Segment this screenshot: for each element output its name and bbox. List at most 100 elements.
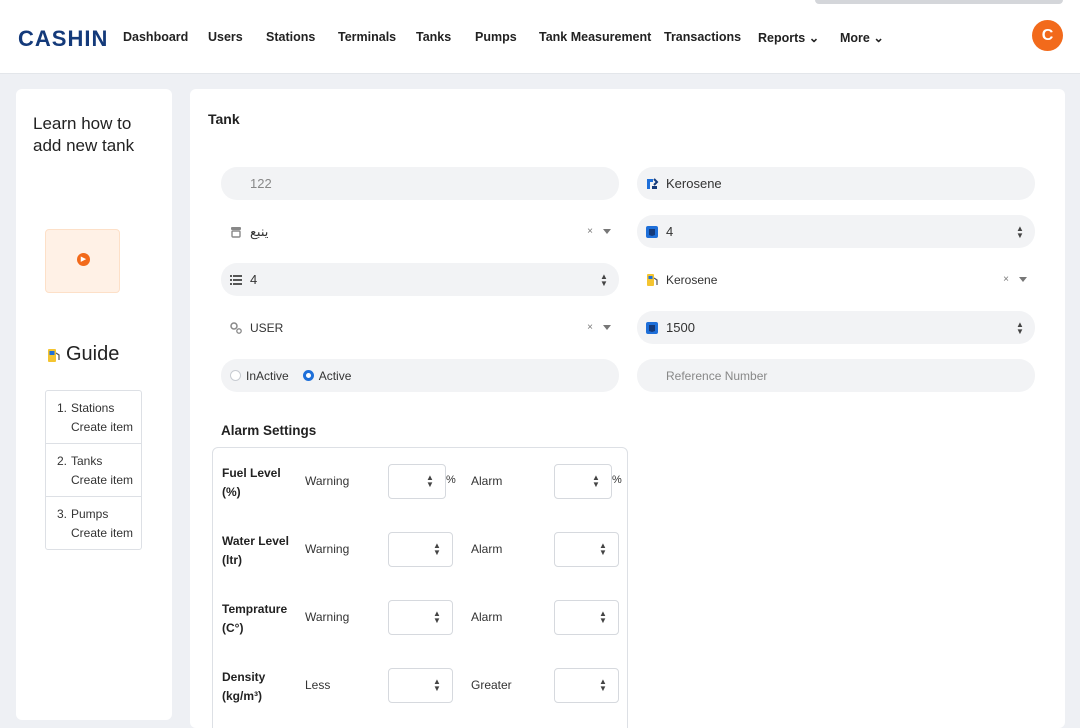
number-value-right: 4 (666, 224, 674, 239)
stepper-icon[interactable]: ▲ ▼ (1015, 320, 1025, 335)
nav-pumps[interactable]: Pumps (475, 30, 517, 44)
alarm-label: Alarm (471, 474, 503, 488)
number-field-left[interactable]: 4 ▲ ▼ (221, 263, 619, 296)
tank-icon (646, 225, 658, 238)
stepper-icon[interactable]: ▲ ▼ (598, 678, 608, 693)
capacity-field[interactable]: 1500 ▲ ▼ (637, 311, 1035, 344)
stepper-icon[interactable]: ▲ ▼ (425, 474, 435, 489)
blank-icon (229, 177, 243, 191)
gears-icon (230, 321, 242, 334)
status-radio-group: InActive Active (221, 359, 619, 392)
alarm-row-temperature: Temprature (C°) Warning ▲ ▼ Alarm ▲ ▼ (213, 600, 629, 640)
nav-users[interactable]: Users (208, 30, 243, 44)
tank-code-field[interactable]: 122 (221, 167, 619, 200)
nav-stations[interactable]: Stations (266, 30, 315, 44)
guide-step[interactable]: 1. Stations Create item (46, 391, 141, 444)
station-select[interactable]: ينبع × (221, 215, 619, 248)
stepper-icon[interactable]: ▲ ▼ (598, 542, 608, 557)
density-greater-input[interactable]: ▲ ▼ (554, 668, 619, 703)
tutorial-video-card[interactable]: ▶ (45, 229, 120, 293)
percent-unit: % (446, 474, 456, 486)
clear-icon[interactable]: × (587, 226, 593, 237)
stepper-icon[interactable]: ▲ ▼ (598, 610, 608, 625)
alarm-row-density: Density (kg/m³) Less ▲ ▼ Greater ▲ ▼ (213, 668, 629, 708)
stepper-icon[interactable]: ▲ ▼ (1015, 224, 1025, 239)
app-logo[interactable]: CASHIN (18, 26, 108, 52)
stepper-icon[interactable]: ▲ ▼ (432, 678, 442, 693)
nav-tank-measurement[interactable]: Tank Measurement (539, 30, 651, 44)
number-value-left: 4 (250, 272, 258, 287)
number-field-right[interactable]: 4 ▲ ▼ (637, 215, 1035, 248)
warning-label: Warning (305, 542, 350, 556)
chevron-down-icon: ⌄ (873, 31, 884, 45)
list-icon (230, 274, 242, 285)
nav-dashboard[interactable]: Dashboard (123, 30, 188, 44)
warning-label: Warning (305, 474, 350, 488)
stepper-icon[interactable]: ▲ ▼ (599, 272, 609, 287)
percent-unit: % (612, 474, 622, 486)
fuel-alarm-input[interactable]: ▲ ▼ (554, 464, 612, 499)
alarm-row-fuel-level: Fuel Level (%) Warning ▲ ▼ % Alarm ▲ ▼ % (213, 464, 629, 504)
tank-name-value: Kerosene (666, 176, 722, 191)
user-select[interactable]: USER × (221, 311, 619, 344)
step-number: 2. (57, 454, 68, 468)
dropdown-shadow (815, 0, 1063, 4)
density-less-input[interactable]: ▲ ▼ (388, 668, 453, 703)
nav-tanks[interactable]: Tanks (416, 30, 451, 44)
reference-number-input[interactable]: Reference Number (637, 359, 1035, 392)
fuel-pump-icon (647, 273, 658, 286)
tank-code-value: 122 (250, 176, 272, 191)
stepper-icon[interactable]: ▲ ▼ (432, 542, 442, 557)
alarm-row-label: Density (kg/m³) (222, 670, 266, 703)
water-alarm-input[interactable]: ▲ ▼ (554, 532, 619, 567)
top-navbar: CASHIN Dashboard Users Stations Terminal… (0, 0, 1080, 74)
chevron-down-icon[interactable] (603, 229, 611, 234)
stepper-icon[interactable]: ▲ ▼ (432, 610, 442, 625)
nav-transactions[interactable]: Transactions (664, 30, 741, 44)
guide-step[interactable]: 3. Pumps Create item (46, 497, 141, 549)
step-text: Tanks Create item (71, 454, 134, 487)
fuel-type-select[interactable]: Kerosene × (637, 263, 1035, 296)
radio-inactive-label[interactable]: InActive (246, 369, 289, 383)
station-value: ينبع (250, 223, 269, 239)
page-title: Tank (208, 111, 240, 127)
less-label: Less (305, 678, 331, 692)
guide-step[interactable]: 2. Tanks Create item (46, 444, 141, 497)
temperature-warning-input[interactable]: ▲ ▼ (388, 600, 453, 635)
station-icon (231, 226, 241, 238)
alarm-row-label: Temprature (C°) (222, 602, 288, 635)
nav-more[interactable]: More ⌄ (840, 30, 884, 45)
step-number: 1. (57, 401, 68, 415)
alarm-row-label: Water Level (ltr) (222, 534, 289, 567)
alarm-settings-box: Fuel Level (%) Warning ▲ ▼ % Alarm ▲ ▼ % W… (212, 447, 628, 728)
tank-form-card: Tank 122 Kerosene ينبع × 4 ▲ ▼ 4 ▲ ▼ Keros… (190, 89, 1065, 728)
radio-active[interactable] (302, 370, 314, 381)
tank-name-field[interactable]: Kerosene (637, 167, 1035, 200)
alarm-label: Alarm (471, 610, 503, 624)
avatar[interactable]: C (1032, 20, 1063, 51)
fuel-pump-icon (48, 348, 60, 362)
radio-active-label[interactable]: Active (319, 369, 352, 383)
nav-terminals[interactable]: Terminals (338, 30, 396, 44)
step-text: Pumps Create item (71, 507, 134, 540)
tank-name-icon (647, 177, 659, 189)
user-value: USER (250, 320, 284, 335)
water-warning-input[interactable]: ▲ ▼ (388, 532, 453, 567)
clear-icon[interactable]: × (1003, 274, 1009, 285)
guide-intro-title: Learn how to add new tank (33, 114, 135, 155)
radio-inactive[interactable] (230, 370, 241, 381)
chevron-down-icon[interactable] (1019, 277, 1027, 282)
stepper-icon[interactable]: ▲ ▼ (591, 474, 601, 489)
nav-reports-label: Reports (758, 31, 806, 45)
step-text: Stations Create item (71, 401, 134, 434)
guide-heading: Guide (47, 343, 119, 366)
nav-reports[interactable]: Reports ⌄ (758, 30, 819, 45)
temperature-alarm-input[interactable]: ▲ ▼ (554, 600, 619, 635)
chevron-down-icon[interactable] (603, 325, 611, 330)
play-icon[interactable]: ▶ (77, 253, 90, 266)
fuel-warning-input[interactable]: ▲ ▼ (388, 464, 446, 499)
capacity-value: 1500 (666, 320, 695, 335)
step-number: 3. (57, 507, 68, 521)
clear-icon[interactable]: × (587, 322, 593, 333)
guide-steps: 1. Stations Create item 2. Tanks Create it… (45, 390, 142, 550)
